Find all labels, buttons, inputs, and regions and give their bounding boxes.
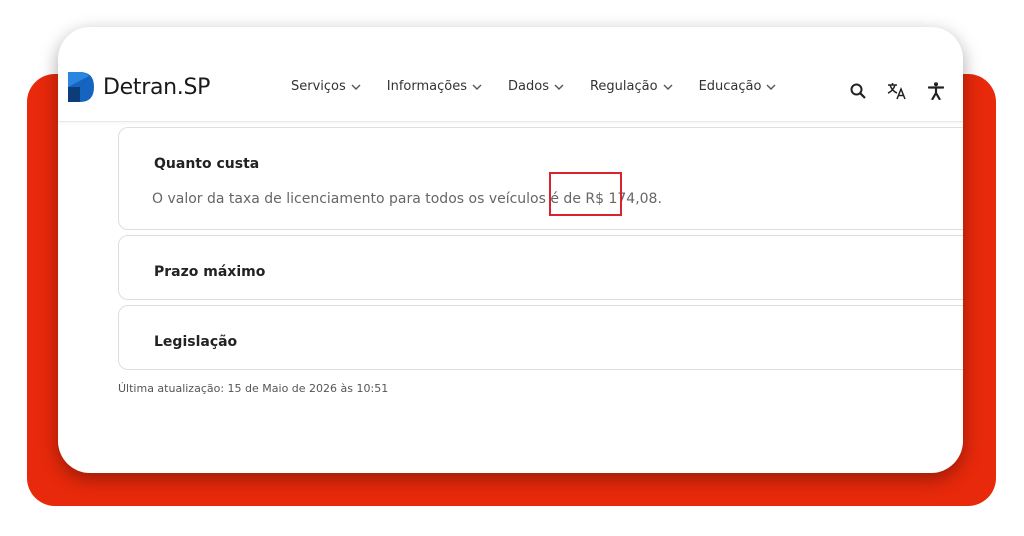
logo-text-sp: .SP [176,74,211,100]
logo-text-detran: Detran [103,74,177,100]
section-title: Prazo máximo [154,264,266,280]
nav-item-label: Educação [698,79,762,94]
chevron-down-icon [663,84,673,90]
nav-item-servicos[interactable]: Serviços [291,79,361,94]
translate-button[interactable] [884,78,910,104]
nav-item-regulacao[interactable]: Regulação [590,79,673,94]
nav-item-label: Regulação [589,79,658,94]
chevron-down-icon [766,84,776,90]
section-title: Legislação [154,334,238,350]
chevron-down-icon [472,84,482,90]
search-icon [850,83,866,99]
nav-item-dados[interactable]: Dados [508,79,564,94]
search-button[interactable] [845,78,871,104]
last-updated: Última atualização: 15 de Maio de 2026 à… [118,382,389,395]
section-title: Quanto custa [154,156,260,172]
section-prazo-maximo[interactable]: Prazo máximo [118,235,963,300]
chevron-down-icon [554,84,564,90]
section-legislacao[interactable]: Legislação [118,305,963,370]
accessibility-icon [928,82,944,100]
main-nav: Serviços Informações Dados Regulação Edu… [291,79,802,94]
header-tools [845,78,962,104]
translate-icon [887,83,906,100]
section-text-body: O valor da taxa de licenciamento para to… [152,191,586,207]
nav-item-label: Serviços [291,79,346,94]
price-highlight-box [549,172,622,216]
browser-card: Detran.SP Serviços Informações Dados Reg… [58,27,963,473]
logo-text: Detran.SP [103,75,210,100]
nav-item-educacao[interactable]: Educação [699,79,777,94]
nav-item-label: Dados [508,79,549,94]
chevron-down-icon [351,84,361,90]
section-quanto-custa[interactable]: Quanto custa O valor da taxa de licencia… [118,127,963,230]
nav-item-informacoes[interactable]: Informações [387,79,482,94]
detran-logo[interactable]: Detran.SP [66,70,210,104]
detran-logo-icon [68,72,94,102]
nav-item-label: Informações [386,79,468,94]
site-header: Detran.SP Serviços Informações Dados Reg… [58,63,963,122]
accessibility-button[interactable] [923,78,949,104]
